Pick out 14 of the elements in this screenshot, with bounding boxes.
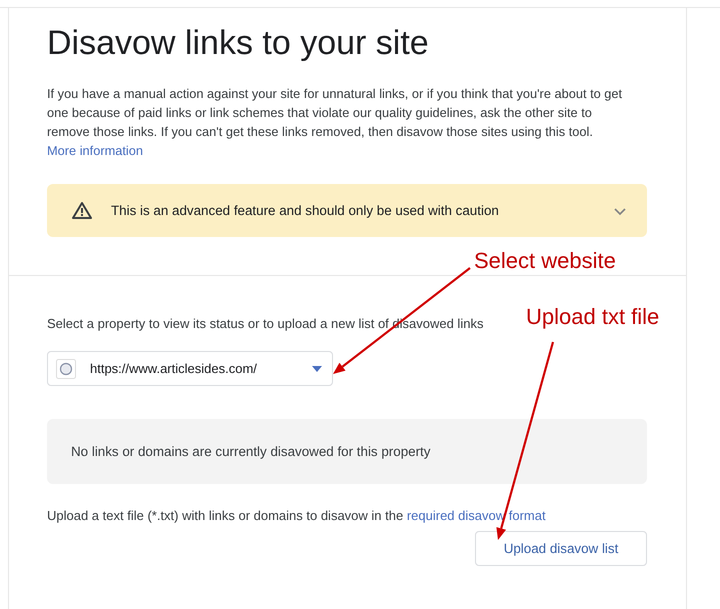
page-title: Disavow links to your site	[47, 23, 430, 64]
warning-text: This is an advanced feature and should only be used with caution	[111, 203, 500, 218]
annotation-label: Upload txt file	[526, 304, 660, 330]
property-dropdown[interactable]: https://www.articlesides.com/	[47, 351, 333, 386]
more-information-link[interactable]: More information	[47, 143, 144, 158]
status-message: No links or domains are currently disavowed for this property	[71, 444, 430, 459]
intro-paragraph: If you have a manual action against your site for unnatural links, or if you think that you're about to get one because of paid links or link schemes that violate our quality guidelines, ask the other site to remove those links. If you can't get these links removed, then disavow those sites using this tool. More information	[47, 85, 624, 160]
annotation-label: Select website	[474, 248, 616, 274]
warning-icon	[71, 201, 93, 220]
globe-icon	[56, 358, 76, 378]
caret-icon	[312, 366, 322, 372]
warning-banner[interactable]: This is an advanced feature and should only be used with caution	[47, 184, 647, 237]
chevron-icon[interactable]	[613, 206, 627, 216]
upload-button[interactable]: Upload disavow list	[475, 531, 647, 566]
